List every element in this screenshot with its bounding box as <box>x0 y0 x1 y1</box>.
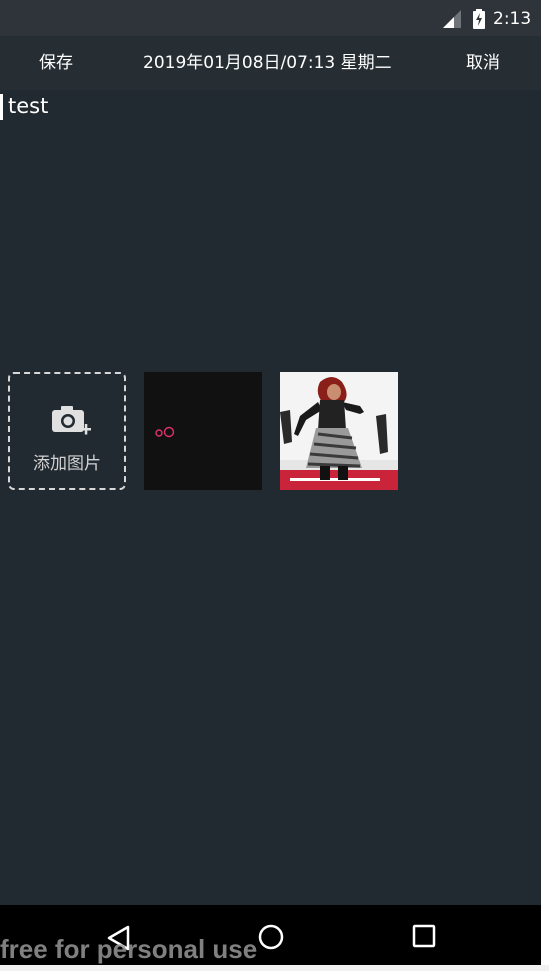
status-bar: 2:13 <box>0 0 541 36</box>
image-thumbnail[interactable] <box>144 372 262 490</box>
concert-photo <box>280 372 398 490</box>
status-time: 2:13 <box>493 9 532 29</box>
datetime-label[interactable]: 2019年01月08日/07:13 星期二 <box>143 36 392 90</box>
note-text: test <box>8 94 49 118</box>
text-cursor <box>0 94 3 120</box>
home-icon[interactable] <box>258 924 284 950</box>
add-image-label: 添加图片 <box>33 454 101 474</box>
image-thumbnail[interactable] <box>280 372 398 490</box>
action-bar: 保存 2019年01月08日/07:13 星期二 取消 <box>0 36 541 90</box>
add-image-button[interactable]: 添加图片 <box>8 372 126 490</box>
battery-icon <box>473 9 485 29</box>
bottom-edge <box>0 965 549 971</box>
camera-plus-icon <box>52 406 91 435</box>
save-button[interactable]: 保存 <box>39 36 73 90</box>
note-text-input[interactable]: test <box>0 90 541 360</box>
thumbnail-image <box>155 426 175 438</box>
recents-icon[interactable] <box>412 924 436 948</box>
cancel-button[interactable]: 取消 <box>466 36 500 90</box>
signal-icon <box>443 10 461 28</box>
window-edge <box>541 0 549 971</box>
screen: 2:13 保存 2019年01月08日/07:13 星期二 取消 test 添加… <box>0 0 541 971</box>
watermark-text: free for personal use <box>0 934 258 964</box>
